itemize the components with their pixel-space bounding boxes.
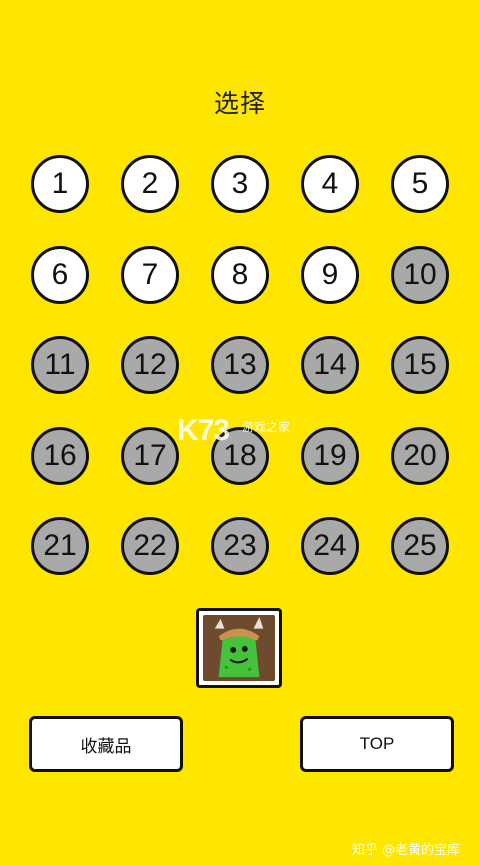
k73-watermark: K73 (177, 414, 230, 447)
zhihu-watermark: 知乎 @老黄的宝库 (351, 843, 460, 858)
level-11-button[interactable]: 11 (31, 336, 89, 394)
level-15-button[interactable]: 15 (391, 336, 449, 394)
character-portrait (203, 615, 275, 681)
level-23-button[interactable]: 23 (211, 517, 269, 575)
collection-button-label: 收藏品 (80, 736, 132, 757)
level-13-button[interactable]: 13 (211, 336, 269, 394)
level-8-button[interactable]: 8 (211, 246, 269, 304)
character-button[interactable] (196, 608, 282, 688)
collection-button[interactable]: 收藏品 (29, 716, 183, 772)
level-25-button[interactable]: 25 (391, 517, 449, 575)
level-12-button[interactable]: 12 (121, 336, 179, 394)
level-20-button[interactable]: 20 (391, 427, 449, 485)
level-6-button[interactable]: 6 (31, 246, 89, 304)
level-4-button[interactable]: 4 (301, 155, 359, 213)
level-16-button[interactable]: 16 (31, 427, 89, 485)
level-3-button[interactable]: 3 (211, 155, 269, 213)
level-2-button[interactable]: 2 (121, 155, 179, 213)
k73-watermark-subtitle: 游戏之家 (242, 420, 291, 434)
level-19-button[interactable]: 19 (301, 427, 359, 485)
level-grid: 1 2 3 4 5 6 7 8 9 10 11 12 13 14 15 16 17 18 19 20 21 22 23 24 2… (0, 0, 480, 600)
top-button-label: TOP (359, 734, 395, 753)
level-22-button[interactable]: 22 (121, 517, 179, 575)
level-24-button[interactable]: 24 (301, 517, 359, 575)
level-1-button[interactable]: 1 (31, 155, 89, 213)
level-10-button[interactable]: 10 (391, 246, 449, 304)
level-21-button[interactable]: 21 (31, 517, 89, 575)
level-14-button[interactable]: 14 (301, 336, 359, 394)
top-button[interactable]: TOP (300, 716, 454, 772)
level-7-button[interactable]: 7 (121, 246, 179, 304)
level-5-button[interactable]: 5 (391, 155, 449, 213)
level-9-button[interactable]: 9 (301, 246, 359, 304)
level-17-button[interactable]: 17 (121, 427, 179, 485)
character-icon (203, 615, 275, 681)
